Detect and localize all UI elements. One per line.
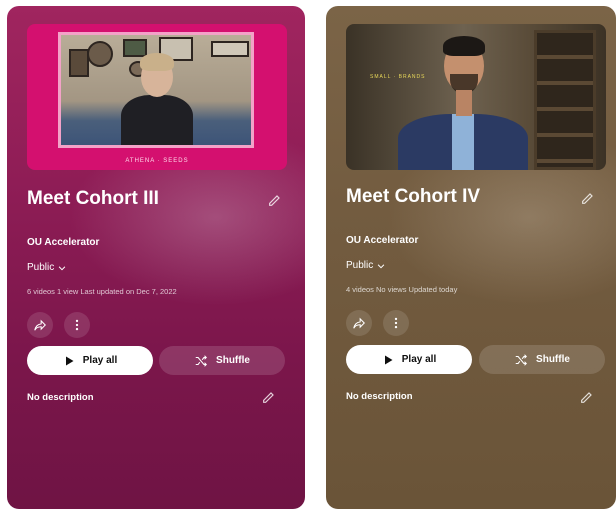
channel-logo-text: ATHENA · SEEDS (125, 158, 189, 164)
share-button[interactable] (346, 310, 372, 336)
shuffle-icon (195, 354, 208, 367)
edit-title-button[interactable] (578, 188, 598, 208)
chevron-down-icon (377, 263, 385, 268)
playlist-thumbnail[interactable]: ATHENA · SEEDS (27, 24, 287, 170)
pencil-icon (269, 195, 280, 206)
pencil-icon (263, 392, 274, 403)
playlist-card-cohort-iv: SMALL · BRANDS Meet Cohort IV OU Acceler… (326, 6, 616, 509)
shuffle-icon (515, 353, 528, 366)
playlist-description: No description (27, 392, 94, 403)
more-actions-button[interactable] (383, 310, 409, 336)
playlist-description: No description (346, 391, 413, 402)
more-actions-button[interactable] (64, 312, 90, 338)
video-frame (58, 32, 254, 148)
play-all-label: Play all (82, 355, 118, 366)
play-all-button[interactable]: Play all (27, 346, 153, 375)
playlist-stats: 4 videos No views Updated today (346, 285, 458, 294)
playlist-thumbnail[interactable]: SMALL · BRANDS (346, 24, 606, 170)
play-all-label: Play all (401, 354, 437, 365)
privacy-dropdown[interactable]: Public (346, 260, 386, 271)
playlist-card-cohort-iii: ATHENA · SEEDS Meet Cohort III OU Accele… (7, 6, 305, 509)
edit-description-button[interactable] (259, 387, 279, 407)
shuffle-label: Shuffle (536, 354, 570, 365)
playlist-stats: 6 videos 1 view Last updated on Dec 7, 2… (27, 287, 177, 296)
shuffle-button[interactable]: Shuffle (479, 345, 605, 374)
privacy-label: Public (27, 262, 55, 273)
privacy-dropdown[interactable]: Public (27, 262, 67, 273)
edit-description-button[interactable] (577, 387, 597, 407)
playlist-title: Meet Cohort IV (346, 186, 481, 207)
channel-name[interactable]: OU Accelerator (27, 237, 99, 248)
channel-name[interactable]: OU Accelerator (346, 235, 418, 246)
shuffle-button[interactable]: Shuffle (159, 346, 285, 375)
wall-sign-text: SMALL · BRANDS (370, 74, 426, 80)
edit-title-button[interactable] (265, 190, 285, 210)
pencil-icon (582, 193, 593, 204)
shuffle-label: Shuffle (216, 355, 250, 366)
share-icon (353, 317, 365, 329)
more-vert-icon (394, 317, 398, 329)
playlist-title: Meet Cohort III (27, 188, 159, 209)
privacy-label: Public (346, 260, 374, 271)
play-icon (65, 356, 74, 365)
share-button[interactable] (27, 312, 53, 338)
pencil-icon (581, 392, 592, 403)
play-icon (384, 355, 393, 364)
share-icon (34, 319, 46, 331)
more-vert-icon (75, 319, 79, 331)
play-all-button[interactable]: Play all (346, 345, 472, 374)
chevron-down-icon (58, 265, 66, 270)
